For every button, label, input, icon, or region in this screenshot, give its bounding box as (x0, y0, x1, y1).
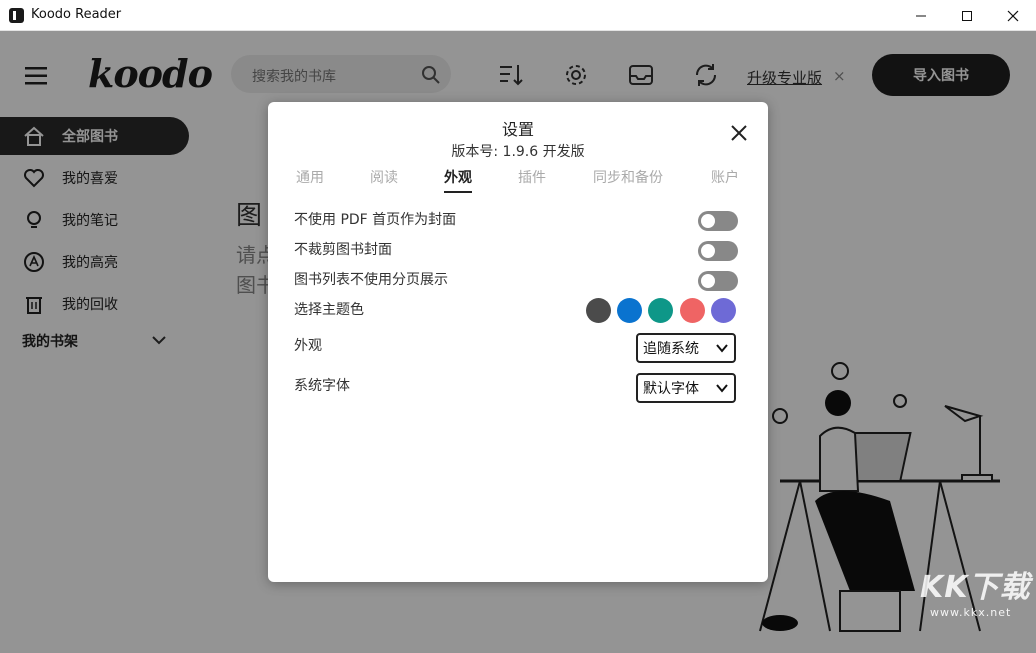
close-window-button[interactable] (990, 0, 1036, 31)
chevron-down-icon (716, 344, 728, 353)
tab-account[interactable]: 账户 (711, 167, 739, 187)
appearance-select[interactable]: 追随系统 (636, 333, 736, 363)
option-no-pagination-label: 图书列表不使用分页展示 (294, 272, 448, 288)
no-pdf-cover-toggle[interactable] (698, 211, 738, 231)
tab-reading[interactable]: 阅读 (370, 167, 398, 187)
tab-plugins[interactable]: 插件 (518, 167, 546, 187)
theme-swatch-teal[interactable] (648, 298, 673, 323)
no-crop-cover-toggle[interactable] (698, 241, 738, 261)
font-select[interactable]: 默认字体 (636, 373, 736, 403)
maximize-button[interactable] (944, 0, 990, 31)
option-no-crop-cover-label: 不裁剪图书封面 (294, 242, 392, 258)
tab-sync-backup[interactable]: 同步和备份 (593, 167, 663, 187)
close-icon (1007, 10, 1019, 21)
no-pagination-toggle[interactable] (698, 271, 738, 291)
option-appearance-label: 外观 (294, 338, 322, 354)
theme-swatch-blue[interactable] (617, 298, 642, 323)
title-bar: Koodo Reader (0, 0, 1036, 31)
minimize-button[interactable] (898, 0, 944, 31)
option-theme-color-label: 选择主题色 (294, 302, 364, 318)
version-label: 版本号: 1.9.6 开发版 (451, 144, 585, 160)
maximize-icon (962, 10, 972, 21)
option-system-font-label: 系统字体 (294, 378, 350, 394)
appearance-select-value: 追随系统 (643, 341, 699, 357)
close-icon[interactable] (728, 122, 750, 144)
font-select-value: 默认字体 (643, 381, 699, 397)
dialog-title: 设置 (501, 120, 534, 139)
option-no-pdf-cover-label: 不使用 PDF 首页作为封面 (294, 212, 457, 228)
theme-swatch-red[interactable] (680, 298, 705, 323)
watermark-logo: KK下载 (920, 570, 1031, 605)
theme-swatch-purple[interactable] (711, 298, 736, 323)
settings-dialog: 设置 版本号: 1.9.6 开发版 通用 阅读 外观 插件 同步和备份 账户 不… (268, 102, 768, 582)
app-logo-icon (9, 8, 24, 23)
watermark-url: www.kkx.net (930, 606, 1012, 619)
theme-swatch-dark[interactable] (586, 298, 611, 323)
window-title: Koodo Reader (31, 7, 122, 22)
settings-tabs: 通用 阅读 外观 插件 同步和备份 账户 (268, 167, 768, 193)
chevron-down-icon (716, 384, 728, 393)
minimize-icon (916, 15, 926, 16)
tab-general[interactable]: 通用 (296, 167, 324, 187)
tab-appearance[interactable]: 外观 (444, 167, 472, 193)
